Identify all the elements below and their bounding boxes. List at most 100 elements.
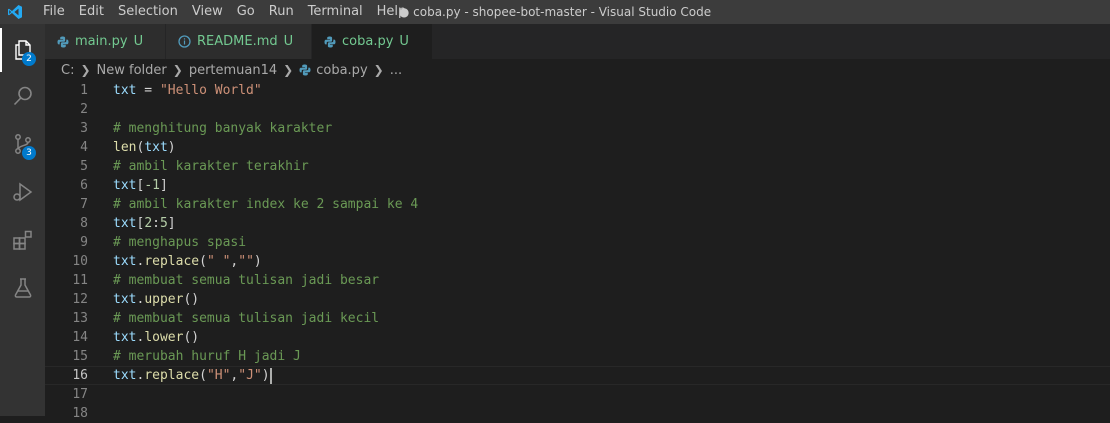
code-text: # ambil karakter index ke 2 sampai ke 4 — [113, 195, 418, 214]
menu-edit[interactable]: Edit — [72, 0, 111, 24]
tab-coba-py[interactable]: coba.py U — [312, 24, 433, 59]
code-text: txt.replace("H","J") — [113, 367, 272, 384]
activity-extensions[interactable] — [0, 218, 45, 262]
code-token: ] — [167, 216, 176, 231]
code-token: ) — [253, 254, 262, 269]
line-number: 11 — [72, 273, 88, 288]
code-line[interactable]: 6 txt[-1] — [45, 176, 1110, 195]
code-line[interactable]: 7 # ambil karakter index ke 2 sampai ke 4 — [45, 195, 1110, 214]
line-number: 14 — [72, 330, 88, 345]
code-line[interactable]: 17 — [45, 385, 1110, 404]
code-line[interactable]: 2 — [45, 100, 1110, 119]
line-number: 12 — [72, 292, 88, 307]
activity-source-control[interactable]: 3 — [0, 122, 45, 166]
code-text: txt.replace(" ","") — [113, 252, 262, 271]
code-token: replace — [144, 254, 200, 269]
chevron-right-icon: ❯ — [373, 63, 384, 77]
line-number: 8 — [80, 216, 88, 231]
code-token: " " — [206, 254, 231, 269]
search-icon — [13, 86, 32, 106]
code-editor[interactable]: 1 txt = "Hello World" 2 3 # menghitung banya… — [45, 81, 1110, 421]
code-text: # menghapus spasi — [113, 233, 246, 252]
breadcrumb-folder[interactable]: pertemuan14 — [189, 63, 277, 78]
code-token: "H" — [206, 368, 231, 383]
run-debug-icon — [12, 182, 32, 202]
line-number: 17 — [72, 387, 88, 402]
code-text: # menghitung banyak karakter — [113, 119, 332, 138]
line-number: 18 — [72, 406, 88, 421]
menu-run[interactable]: Run — [262, 0, 301, 24]
code-line[interactable]: 18 — [45, 404, 1110, 423]
activity-search[interactable] — [0, 74, 45, 118]
line-number: 10 — [72, 254, 88, 269]
code-text: txt.upper() — [113, 290, 199, 309]
menu-go[interactable]: Go — [230, 0, 262, 24]
code-token: txt — [113, 254, 137, 269]
code-token: replace — [144, 368, 200, 383]
code-token: () — [183, 330, 200, 345]
line-number: 2 — [80, 102, 88, 117]
activity-testing[interactable] — [0, 266, 45, 310]
code-line[interactable]: 12 txt.upper() — [45, 290, 1110, 309]
breadcrumb-folder[interactable]: New folder — [97, 63, 167, 78]
activity-run-debug[interactable] — [0, 170, 45, 214]
code-line[interactable]: 1 txt = "Hello World" — [45, 81, 1110, 100]
code-token: txt — [113, 178, 137, 193]
code-line[interactable]: 4 len(txt) — [45, 138, 1110, 157]
code-token: -1 — [144, 178, 160, 193]
line-number: 13 — [72, 311, 88, 326]
code-line[interactable]: 3 # menghitung banyak karakter — [45, 119, 1110, 138]
code-line[interactable]: 13 # membuat semua tulisan jadi kecil — [45, 309, 1110, 328]
line-number: 1 — [80, 83, 88, 98]
code-line[interactable]: 10 txt.replace(" ","") — [45, 252, 1110, 271]
code-token: txt — [113, 216, 137, 231]
code-token: # membuat semua tulisan jadi besar — [113, 273, 380, 288]
code-token: () — [183, 292, 200, 307]
code-line[interactable]: 16 txt.replace("H","J") — [45, 366, 1110, 385]
line-number: 16 — [72, 368, 88, 383]
menu-view[interactable]: View — [185, 0, 230, 24]
menu-selection[interactable]: Selection — [111, 0, 185, 24]
vscode-logo-icon — [0, 0, 30, 24]
code-token: "Hello World" — [159, 83, 262, 98]
breadcrumb-symbols[interactable]: ... — [390, 63, 402, 78]
code-line[interactable]: 9 # menghapus spasi — [45, 233, 1110, 252]
code-token: # menghitung banyak karakter — [113, 121, 333, 136]
code-line[interactable]: 5 # ambil karakter terakhir — [45, 157, 1110, 176]
tab-label: README.md — [197, 34, 278, 49]
tab-readme-md[interactable]: README.md U — [166, 24, 312, 59]
code-token: ] — [159, 178, 168, 193]
breadcrumb: C: ❯ New folder ❯ pertemuan14 ❯ coba.py … — [45, 59, 1110, 81]
menu-help[interactable]: Help — [370, 0, 414, 24]
code-text: # membuat semua tulisan jadi kecil — [113, 309, 379, 328]
title-bar: File Edit Selection View Go Run Terminal… — [0, 0, 1110, 24]
code-text: txt = "Hello World" — [113, 81, 262, 100]
line-number: 3 — [80, 121, 88, 136]
code-line[interactable]: 15 # merubah huruf H jadi J — [45, 347, 1110, 366]
python-icon — [57, 36, 69, 48]
breadcrumb-drive[interactable]: C: — [61, 63, 74, 78]
tab-main-py[interactable]: main.py U — [45, 24, 166, 59]
code-token: lower — [144, 330, 184, 345]
code-token: 5 — [159, 216, 168, 231]
editor-tabs: main.py U README.md U coba.py U — [45, 24, 1110, 59]
code-token: = — [136, 83, 160, 98]
code-token: ) — [167, 140, 176, 155]
activity-explorer[interactable]: 2 — [0, 28, 45, 72]
tab-status: U — [399, 34, 409, 49]
chevron-right-icon: ❯ — [283, 63, 294, 77]
menu-file[interactable]: File — [36, 0, 72, 24]
code-line[interactable]: 11 # membuat semua tulisan jadi besar — [45, 271, 1110, 290]
code-token: "J" — [238, 368, 262, 383]
code-token: ) — [261, 368, 270, 383]
code-token: txt — [113, 368, 137, 383]
menu-terminal[interactable]: Terminal — [301, 0, 370, 24]
code-line[interactable]: 14 txt.lower() — [45, 328, 1110, 347]
code-token: # menghapus spasi — [113, 235, 247, 250]
code-text: # membuat semua tulisan jadi besar — [113, 271, 379, 290]
line-number: 5 — [80, 159, 88, 174]
code-line[interactable]: 8 txt[2:5] — [45, 214, 1110, 233]
breadcrumb-file[interactable]: coba.py — [316, 63, 367, 78]
activity-bar: 2 3 — [0, 24, 45, 416]
tab-label: main.py — [75, 34, 128, 49]
